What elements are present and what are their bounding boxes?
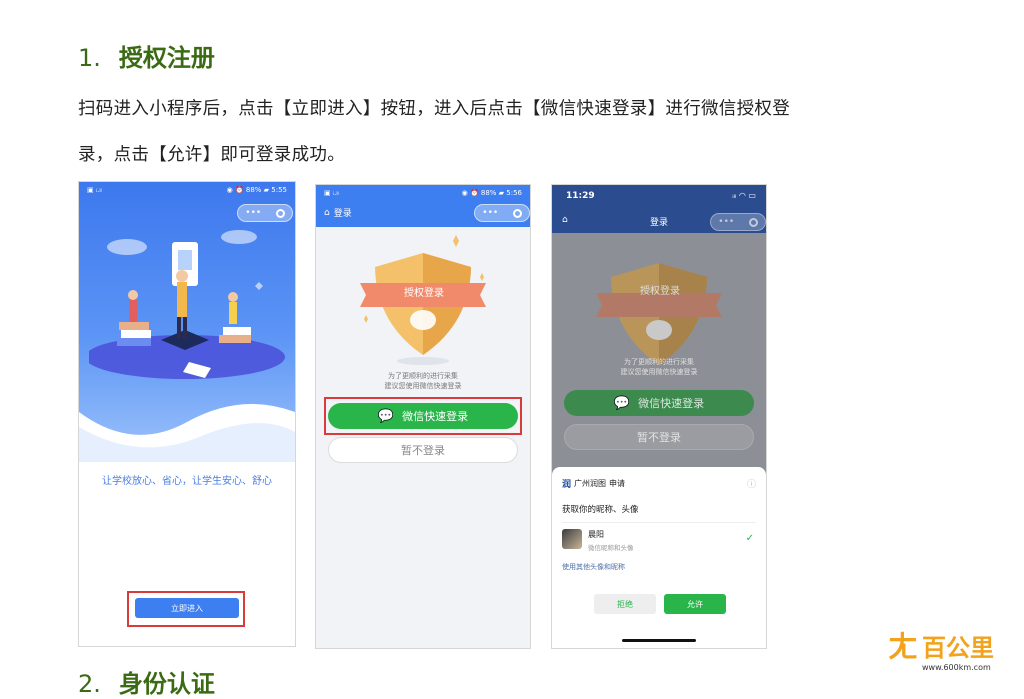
status-right: ◉ ⏰ 88% ▰ 5:55 xyxy=(226,186,287,194)
request-text: 申请 xyxy=(609,479,626,488)
notice-line-1: 为了更顺利的进行采集 xyxy=(624,358,694,366)
avatar xyxy=(562,529,582,549)
mini-program-capsule[interactable]: ••• xyxy=(474,204,530,222)
heading-number: 2. xyxy=(78,670,101,698)
authorization-sheet: 润 广州润图 申请 ⓘ 获取你的昵称、头像 晨阳 微信昵称和头像 ✓ 使用其他头… xyxy=(552,467,766,648)
mini-program-capsule[interactable]: ••• xyxy=(710,213,766,231)
shield-illustration-icon xyxy=(360,235,486,365)
shield-illustration-icon xyxy=(596,263,722,365)
enter-button[interactable]: 立即进入 xyxy=(135,598,239,618)
paragraph-line-1: 扫码进入小程序后，点击【立即进入】按钮，进入后点击【微信快速登录】进行微信授权登 xyxy=(78,99,790,119)
watermark-mark-icon: ㄤ xyxy=(888,630,918,665)
wechat-login-label: 微信快速登录 xyxy=(402,410,469,423)
shield-label: 授权登录 xyxy=(640,286,680,297)
mini-program-capsule[interactable]: ••• xyxy=(237,204,293,222)
skip-login-button[interactable]: 暂不登录 xyxy=(328,437,518,463)
nav-bar: ⌂ 登录 xyxy=(324,206,352,220)
more-icon[interactable]: ••• xyxy=(718,217,734,227)
more-icon[interactable]: ••• xyxy=(245,208,261,218)
phone-screenshot-welcome: ▣ ᵢ.ₗₗ ◉ ⏰ 88% ▰ 5:55 ••• 让学校放心、省心，让学生安心… xyxy=(78,181,296,647)
wechat-icon: 💬 xyxy=(377,408,395,424)
shield-label: 授权登录 xyxy=(404,288,444,299)
home-icon[interactable]: ⌂ xyxy=(324,208,330,218)
phone-screenshot-login: ▣ ᵢ.ₗₗ ◉ ⏰ 88% ▰ 5:56 ⌂ 登录 ••• 授权登录 为了更顺利… xyxy=(315,184,531,649)
app-logo-icon: 润 xyxy=(562,480,572,490)
login-notice: 为了更顺利的进行采集 建议您使用微信快速登录 xyxy=(316,371,530,391)
education-illustration-icon xyxy=(89,230,285,379)
status-bar: ▣ ᵢ.ₗₗ ◉ ⏰ 88% ▰ 5:56 xyxy=(316,185,530,201)
divider xyxy=(562,522,756,523)
status-left: ▣ ᵢ.ₗₗ xyxy=(87,186,102,194)
notice-line-2: 建议您使用微信快速登录 xyxy=(620,368,698,376)
close-icon[interactable] xyxy=(748,217,758,227)
status-bar: ▣ ᵢ.ₗₗ ◉ ⏰ 88% ▰ 5:55 xyxy=(79,182,295,198)
status-right: ◉ ⏰ 88% ▰ 5:56 xyxy=(461,189,522,197)
skip-login-button[interactable]: 暂不登录 xyxy=(564,424,754,450)
nav-title: 登录 xyxy=(333,209,352,219)
status-left: ▣ ᵢ.ₗₗ xyxy=(324,189,339,197)
sheet-app-row: 润 广州润图 申请 xyxy=(562,477,625,490)
login-notice: 为了更顺利的进行采集 建议您使用微信快速登录 xyxy=(552,357,766,377)
app-name: 广州润图 xyxy=(574,479,607,488)
wechat-login-button[interactable]: 💬 微信快速登录 xyxy=(564,390,754,416)
close-icon[interactable] xyxy=(512,208,522,218)
paragraph-line-2: 录，点击【允许】即可登录成功。 xyxy=(78,145,345,165)
heading-title: 身份认证 xyxy=(118,670,215,698)
close-icon[interactable] xyxy=(275,208,285,218)
home-indicator xyxy=(622,639,696,642)
status-icons: ᵢₗₗ ◠ ▭ xyxy=(732,191,756,200)
wechat-icon: 💬 xyxy=(613,395,631,411)
other-avatar-link[interactable]: 使用其他头像和昵称 xyxy=(562,562,625,572)
heading-number: 1. xyxy=(78,44,101,72)
info-icon[interactable]: ⓘ xyxy=(747,477,756,490)
notice-line-1: 为了更顺利的进行采集 xyxy=(388,372,458,380)
section-heading-2: 2. 身份认证 xyxy=(78,664,215,699)
status-time: 11:29 xyxy=(566,191,595,201)
slogan-text: 让学校放心、省心，让学生安心、舒心 xyxy=(102,476,272,487)
user-subtitle: 微信昵称和头像 xyxy=(588,544,634,552)
user-name[interactable]: 晨阳 xyxy=(588,529,604,540)
watermark-url: www.600km.com xyxy=(922,663,991,672)
heading-title: 授权注册 xyxy=(118,44,215,72)
wechat-login-label: 微信快速登录 xyxy=(638,397,705,410)
permission-title: 获取你的昵称、头像 xyxy=(562,505,639,515)
hero-wave xyxy=(79,404,295,462)
wechat-login-button[interactable]: 💬 微信快速登录 xyxy=(328,403,518,429)
check-icon: ✓ xyxy=(745,533,754,544)
phone-screenshot-authorize: 11:29 ᵢₗₗ ◠ ▭ ⌂ 登录 ••• 授权登录 为了更顺利的进行采集 建… xyxy=(551,184,767,649)
notice-line-2: 建议您使用微信快速登录 xyxy=(384,382,462,390)
watermark-brand: 百公里 xyxy=(922,634,994,662)
reject-button[interactable]: 拒绝 xyxy=(594,594,656,614)
watermark-logo: ㄤ 百公里 www.600km.com xyxy=(888,632,1016,676)
allow-button[interactable]: 允许 xyxy=(664,594,726,614)
section-heading-1: 1. 授权注册 xyxy=(78,38,215,73)
more-icon[interactable]: ••• xyxy=(482,208,498,218)
